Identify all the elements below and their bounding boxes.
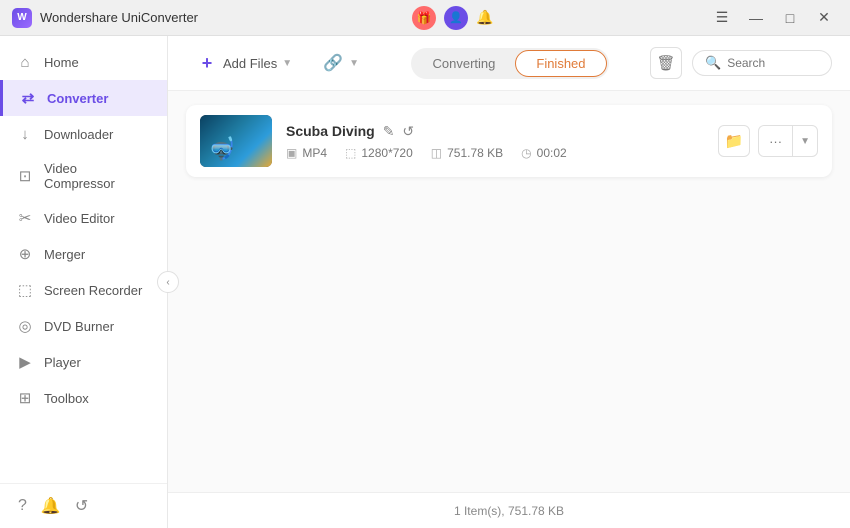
resolution-icon: ⬚ (345, 146, 356, 160)
more-options-button[interactable]: ··· ▼ (758, 125, 818, 157)
sidebar-item-converter[interactable]: ⇄ Converter (0, 80, 167, 116)
user-icon[interactable]: 👤 (444, 6, 468, 30)
sidebar-item-player[interactable]: ▶ Player (0, 344, 167, 380)
player-icon: ▶ (16, 353, 34, 371)
video-editor-icon: ✂ (16, 209, 34, 227)
sidebar-label-video-editor: Video Editor (44, 211, 115, 226)
app-icon: W (12, 8, 32, 28)
sidebar-item-home[interactable]: ⌂ Home (0, 44, 167, 80)
app-title: Wondershare UniConverter (40, 10, 198, 25)
add-url-icon: 🔗 (322, 52, 344, 74)
window-controls: ☰ — □ ✕ (708, 7, 838, 29)
help-icon[interactable]: ? (18, 497, 27, 515)
refresh-file-icon[interactable]: ↺ (402, 123, 414, 140)
sidebar-item-screen-recorder[interactable]: ⬚ Screen Recorder (0, 272, 167, 308)
search-input[interactable] (727, 56, 819, 70)
toolbox-icon: ⊞ (16, 389, 34, 407)
search-box: 🔍 (692, 50, 832, 76)
more-options-dots: ··· (759, 126, 793, 156)
add-files-dropdown-icon: ▼ (282, 58, 292, 69)
converting-tab[interactable]: Converting (413, 51, 516, 76)
size-icon: ◫ (431, 146, 442, 160)
sidebar-item-merger[interactable]: ⊕ Merger (0, 236, 167, 272)
sidebar-label-video-compressor: Video Compressor (44, 161, 151, 191)
sidebar-label-screen-recorder: Screen Recorder (44, 283, 142, 298)
sidebar-item-video-compressor[interactable]: ⊡ Video Compressor (0, 152, 167, 200)
thumbnail-diver-icon: 🤿 (208, 136, 235, 162)
feedback-icon[interactable]: ↺ (75, 496, 88, 516)
hamburger-button[interactable]: ☰ (708, 7, 736, 29)
tab-group: Converting Finished (411, 48, 609, 79)
file-duration: 00:02 (537, 146, 567, 160)
merger-icon: ⊕ (16, 245, 34, 263)
maximize-button[interactable]: □ (776, 7, 804, 29)
file-resolution-item: ⬚ 1280*720 (345, 146, 413, 160)
file-actions-right: 📁 ··· ▼ (718, 125, 818, 157)
sidebar-item-toolbox[interactable]: ⊞ Toolbox (0, 380, 167, 416)
add-files-button[interactable]: + Add Files ▼ (186, 46, 302, 80)
sidebar-label-home: Home (44, 55, 79, 70)
table-row: 🤿 Scuba Diving ✎ ↺ ▣ MP4 (186, 105, 832, 177)
title-bar-left: W Wondershare UniConverter (12, 8, 198, 28)
close-button[interactable]: ✕ (810, 7, 838, 29)
header-icons: 🎁 👤 🔔 (412, 6, 493, 30)
file-size: 751.78 KB (447, 146, 503, 160)
file-format-item: ▣ MP4 (286, 146, 327, 160)
sidebar-item-downloader[interactable]: ↓ Downloader (0, 116, 167, 152)
sidebar-label-converter: Converter (47, 91, 108, 106)
sidebar-label-merger: Merger (44, 247, 85, 262)
sidebar: ⌂ Home ⇄ Converter ↓ Downloader ⊡ Video … (0, 36, 168, 528)
file-meta-row: ▣ MP4 ⬚ 1280*720 ◫ 751.78 KB ◷ (286, 146, 704, 160)
screen-recorder-icon: ⬚ (16, 281, 34, 299)
file-resolution: 1280*720 (361, 146, 412, 160)
toolbar-right: 🗑 🔍 (650, 47, 832, 79)
video-compressor-icon: ⊡ (16, 167, 34, 185)
file-thumbnail: 🤿 (200, 115, 272, 167)
downloader-icon: ↓ (16, 125, 34, 143)
add-url-button[interactable]: 🔗 ▼ (312, 46, 369, 80)
finished-tab[interactable]: Finished (515, 50, 606, 77)
sidebar-footer: ? 🔔 ↺ (0, 483, 167, 528)
file-format: MP4 (302, 146, 327, 160)
sidebar-label-dvd-burner: DVD Burner (44, 319, 114, 334)
home-icon: ⌂ (16, 53, 34, 71)
toolbar-left: + Add Files ▼ 🔗 ▼ (186, 46, 369, 80)
minimize-button[interactable]: — (742, 7, 770, 29)
sidebar-nav: ⌂ Home ⇄ Converter ↓ Downloader ⊡ Video … (0, 36, 167, 483)
file-duration-item: ◷ 00:02 (521, 146, 567, 160)
sidebar-item-video-editor[interactable]: ✂ Video Editor (0, 200, 167, 236)
notification-icon[interactable]: 🔔 (41, 496, 61, 516)
format-icon: ▣ (286, 146, 297, 160)
more-options-chevron: ▼ (793, 126, 817, 156)
gift-icon[interactable]: 🎁 (412, 6, 436, 30)
status-text: 1 Item(s), 751.78 KB (454, 504, 564, 518)
sidebar-label-downloader: Downloader (44, 127, 113, 142)
search-icon: 🔍 (705, 55, 721, 71)
file-name-row: Scuba Diving ✎ ↺ (286, 123, 704, 140)
toolbar: + Add Files ▼ 🔗 ▼ Converting Finished 🗑 … (168, 36, 850, 91)
edit-file-icon[interactable]: ✎ (383, 123, 395, 140)
content-area: + Add Files ▼ 🔗 ▼ Converting Finished 🗑 … (168, 36, 850, 528)
main-layout: ⌂ Home ⇄ Converter ↓ Downloader ⊡ Video … (0, 36, 850, 528)
file-size-item: ◫ 751.78 KB (431, 146, 503, 160)
file-list: 🤿 Scuba Diving ✎ ↺ ▣ MP4 (168, 91, 850, 492)
sidebar-item-dvd-burner[interactable]: ◎ DVD Burner (0, 308, 167, 344)
add-files-label: Add Files (223, 56, 277, 71)
collapse-sidebar-button[interactable]: ‹ (157, 271, 179, 293)
duration-icon: ◷ (521, 146, 531, 160)
converter-icon: ⇄ (19, 89, 37, 107)
title-bar: W Wondershare UniConverter 🎁 👤 🔔 ☰ — □ ✕ (0, 0, 850, 36)
status-bar: 1 Item(s), 751.78 KB (168, 492, 850, 528)
add-url-label: ▼ (349, 58, 359, 69)
sidebar-label-toolbox: Toolbox (44, 391, 89, 406)
thumbnail-image: 🤿 (200, 115, 272, 167)
open-folder-button[interactable]: 📁 (718, 125, 750, 157)
add-files-icon: + (196, 52, 218, 74)
dvd-burner-icon: ◎ (16, 317, 34, 335)
sidebar-label-player: Player (44, 355, 81, 370)
delete-button[interactable]: 🗑 (650, 47, 682, 79)
file-info: Scuba Diving ✎ ↺ ▣ MP4 ⬚ 1280*720 (286, 123, 704, 160)
file-name: Scuba Diving (286, 123, 375, 139)
bell-icon[interactable]: 🔔 (476, 9, 493, 26)
